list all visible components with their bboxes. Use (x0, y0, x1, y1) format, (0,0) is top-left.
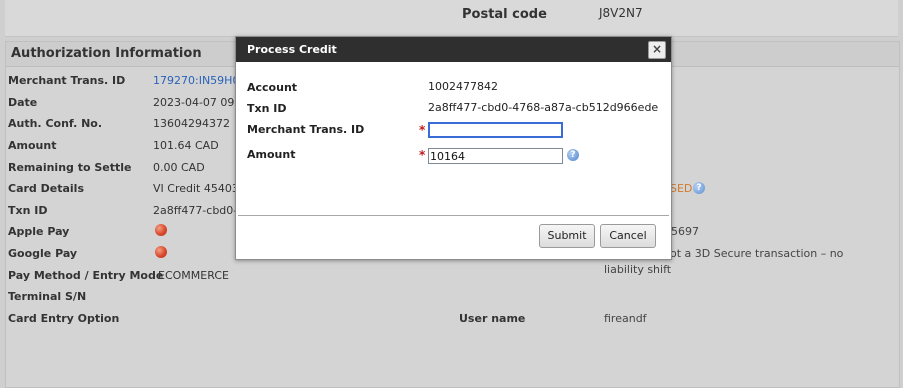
note-line-2: liability shift (604, 263, 672, 276)
user-name-value: fireandf (604, 312, 647, 325)
process-credit-dialog: Process Credit × Account 1002477842 Txn … (235, 36, 672, 260)
merchant-trans-id-label: Merchant Trans. ID (247, 123, 365, 136)
close-icon[interactable]: × (648, 41, 666, 59)
required-marker: * (419, 123, 426, 137)
account-value: 1002477842 (428, 80, 498, 93)
help-icon[interactable]: ? (567, 149, 579, 161)
row-value: 101.64 CAD (153, 139, 219, 152)
row-label: Google Pay (8, 247, 78, 260)
row-label: Card Details (8, 182, 84, 195)
row-label: Date (8, 96, 38, 109)
address-section: Postal code J8V2N7 (5, 0, 898, 37)
merchant-trans-id-input[interactable] (428, 122, 563, 138)
txn-id-label: Txn ID (247, 102, 287, 115)
dialog-title: Process Credit (236, 37, 671, 62)
row-value: 2a8ff477-cbd0- (153, 204, 238, 217)
row-label: Auth. Conf. No. (8, 117, 103, 130)
row-value: 13604294372 (153, 117, 230, 130)
dialog-divider (238, 215, 669, 216)
user-name-label: User name (459, 312, 526, 325)
help-icon[interactable]: ? (693, 182, 705, 194)
merchant-trans-id-link[interactable]: 179270:IN59H0 (153, 74, 239, 87)
postal-code-label: Postal code (462, 7, 547, 22)
row-label: Pay Method / Entry Mode (8, 269, 164, 282)
row-value: ECOMMERCE (158, 269, 229, 282)
row-label: Terminal S/N (8, 290, 87, 303)
number-partial: 5697 (671, 225, 699, 238)
row-label: Amount (8, 139, 57, 152)
row-value: 0.00 CAD (153, 161, 205, 174)
cancel-button[interactable]: Cancel (600, 224, 656, 248)
row-label: Remaining to Settle (8, 161, 132, 174)
status-red-dot-icon (155, 246, 167, 258)
row-value: VI Credit 45403 (153, 182, 239, 195)
required-marker: * (419, 148, 426, 162)
amount-label: Amount (247, 148, 296, 161)
submit-button[interactable]: Submit (539, 224, 595, 248)
amount-input[interactable] (428, 148, 563, 164)
status-text-partial: SED (670, 182, 693, 195)
row-label: Apple Pay (8, 225, 70, 238)
txn-id-value: 2a8ff477-cbd0-4768-a87a-cb512d966ede (428, 101, 659, 114)
account-label: Account (247, 81, 298, 94)
row-label: Card Entry Option (8, 312, 120, 325)
row-label: Merchant Trans. ID (8, 74, 126, 87)
row-label: Txn ID (8, 204, 48, 217)
postal-code-value: J8V2N7 (599, 6, 643, 20)
row-value: 2023-04-07 09: (153, 96, 239, 109)
status-red-dot-icon (155, 224, 167, 236)
